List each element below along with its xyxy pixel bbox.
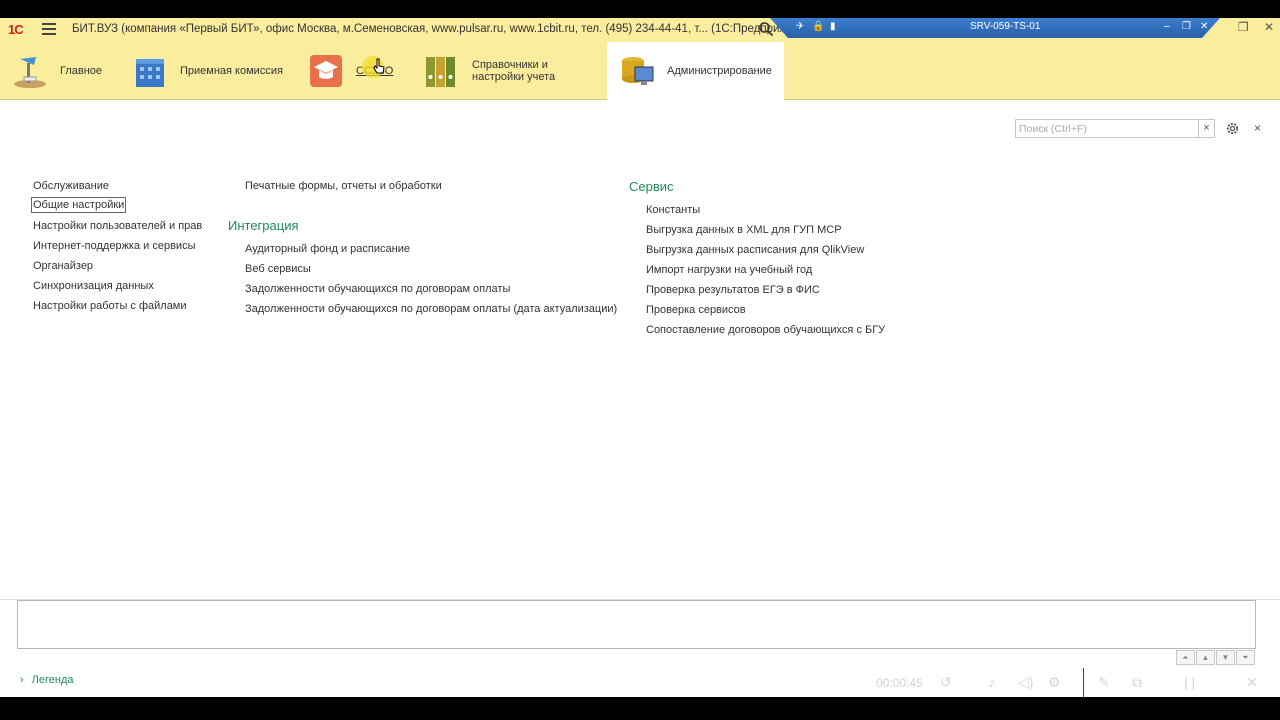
close-window-icon[interactable]: ✕ <box>1264 20 1274 34</box>
remote-host-name: SRV-059-TS-01 <box>970 21 1041 32</box>
menu-item-data-sync[interactable]: Синхронизация данных <box>33 280 154 292</box>
menu-item-xml-export[interactable]: Выгрузка данных в XML для ГУП МСР <box>646 224 842 236</box>
section-main[interactable]: Главное <box>0 42 120 100</box>
menu-item-service-check[interactable]: Проверка сервисов <box>646 304 746 316</box>
section-label: Администрирование <box>667 65 772 77</box>
message-box[interactable] <box>17 600 1256 649</box>
close-player-icon[interactable]: ✕ <box>1246 674 1258 691</box>
sections-panel: Главное Приемная комиссия ССУЗО Справочн… <box>0 42 1280 100</box>
restore-icon[interactable]: ❐ <box>1182 21 1191 32</box>
section-label: Приемная комиссия <box>180 65 283 77</box>
scroll-up-button[interactable]: ▲ <box>1196 650 1215 665</box>
pause-icon[interactable]: | | <box>1184 674 1195 690</box>
screenshot-icon[interactable]: ⧉ <box>1132 674 1142 691</box>
signal-icon: ▮ <box>830 21 836 32</box>
menu-item-web-services[interactable]: Веб сервисы <box>245 263 311 275</box>
video-player-overlay: 00:00:45 ↺ ♪ ◁) ⚙ ✎ ⧉ | | ✕ <box>870 668 1280 698</box>
pin-icon[interactable]: ✈ <box>796 21 804 32</box>
menu-item-constants[interactable]: Константы <box>646 204 700 216</box>
desk-lamp-icon <box>14 57 46 88</box>
group-title-integration: Интеграция <box>228 218 299 233</box>
menu-item-organizer[interactable]: Органайзер <box>33 260 93 272</box>
computer-database-icon <box>622 57 654 85</box>
gear-icon[interactable] <box>1225 121 1240 136</box>
window-controls: ❐ ✕ <box>1226 20 1274 34</box>
legend-toggle[interactable]: › Легенда <box>20 674 74 686</box>
close-panel-button[interactable]: × <box>1254 121 1261 135</box>
binders-icon <box>426 57 455 87</box>
section-ssuzo[interactable]: ССУЗО <box>296 42 406 100</box>
menu-item-ege-check[interactable]: Проверка результатов ЕГЭ в ФИС <box>646 284 820 296</box>
chevron-right-icon: › <box>20 674 24 686</box>
close-icon[interactable]: ✕ <box>1200 21 1208 32</box>
building-icon <box>136 59 164 87</box>
section-references[interactable]: Справочники и настройки учета <box>412 42 606 100</box>
menu-item-user-settings[interactable]: Настройки пользователей и прав <box>33 220 202 232</box>
menu-item-print-forms[interactable]: Печатные формы, отчеты и обработки <box>245 180 442 192</box>
lock-icon: 🔒 <box>812 21 825 32</box>
bottom-black-strip <box>0 697 1280 720</box>
scroll-first-button[interactable]: ⏶ <box>1176 650 1195 665</box>
menu-item-general-settings[interactable]: Общие настройки <box>30 197 127 213</box>
section-label: Главное <box>60 65 103 77</box>
search-clear-button[interactable]: × <box>1199 119 1215 138</box>
player-separator <box>1083 668 1084 698</box>
app-logo: 1С <box>8 22 24 37</box>
pen-icon[interactable]: ✎ <box>1098 674 1110 691</box>
graduation-cap-icon <box>310 55 342 87</box>
top-black-strip <box>0 0 1280 18</box>
menu-item-load-import[interactable]: Импорт нагрузки на учебный год <box>646 264 812 276</box>
search-input[interactable] <box>1015 119 1199 138</box>
window-title: БИТ.ВУЗ (компания «Первый БИТ», офис Мос… <box>72 23 808 35</box>
scroll-last-button[interactable]: ⏷ <box>1236 650 1255 665</box>
menu-item-maintenance[interactable]: Обслуживание <box>33 180 109 192</box>
scroll-down-button[interactable]: ▼ <box>1216 650 1235 665</box>
restore-window-icon[interactable]: ❐ <box>1238 20 1249 34</box>
player-time: 00:00:45 <box>876 676 923 690</box>
microphone-icon[interactable]: ♪ <box>988 674 995 690</box>
search-icon[interactable] <box>758 21 774 37</box>
minimize-icon[interactable]: – <box>1164 21 1170 32</box>
section-administration[interactable]: Администрирование <box>607 42 784 100</box>
menu-item-contract-matching[interactable]: Сопоставление договоров обучающихся с БГ… <box>646 324 885 336</box>
menu-item-student-debts[interactable]: Задолженности обучающихся по договорам о… <box>245 283 510 295</box>
section-admission[interactable]: Приемная комиссия <box>120 42 298 100</box>
menu-item-qlikview-export[interactable]: Выгрузка данных расписания для QlikView <box>646 244 864 256</box>
menu-item-file-settings[interactable]: Настройки работы с файлами <box>33 300 187 312</box>
settings-icon[interactable]: ⚙ <box>1048 674 1061 691</box>
remote-desktop-bar: ✈ 🔒 ▮ SRV-059-TS-01 – ❐ ✕ <box>770 18 1220 38</box>
volume-icon[interactable]: ◁) <box>1018 674 1033 691</box>
legend-label: Легенда <box>31 674 74 686</box>
rewind-icon[interactable]: ↺ <box>940 674 952 691</box>
menu-item-student-debts-date[interactable]: Задолженности обучающихся по договорам о… <box>245 303 617 315</box>
mouse-pointer-icon <box>373 58 385 74</box>
main-menu-icon[interactable] <box>42 23 56 35</box>
group-title-service: Сервис <box>629 179 674 194</box>
menu-item-classroom-fund[interactable]: Аудиторный фонд и расписание <box>245 243 410 255</box>
menu-item-internet-support[interactable]: Интернет-поддержка и сервисы <box>33 240 195 252</box>
section-label: Справочники и настройки учета <box>472 59 556 83</box>
